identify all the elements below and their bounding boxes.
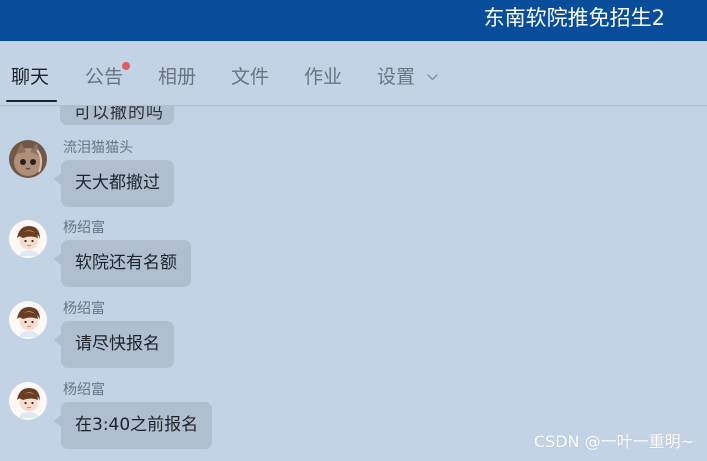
cartoon-person-avatar-icon[interactable] [9,301,47,339]
tab-chat[interactable]: 聊天 [11,65,49,89]
message-bubble[interactable]: 天大都撤过 [54,160,174,207]
message-list[interactable]: 可以撤的吗 流泪猫猫头 天大都撤过 杨绍富 软院还有名额 杨绍富 请尽快报名 杨… [0,106,707,461]
title-bar: 东南软院推免招生2 [0,0,707,41]
message-item: 流泪猫猫头 天大都撤过 [0,138,707,218]
tab-files[interactable]: 文件 [231,65,269,89]
sender-name: 杨绍富 [63,301,105,317]
group-chat-window: 东南软院推免招生2 聊天 公告 相册 文件 作业 设置 可以撤的吗 流泪猫猫头 … [0,0,707,461]
sender-name: 流泪猫猫头 [63,140,133,156]
tab-homework-label: 作业 [304,66,343,88]
cat-photo-avatar-icon[interactable] [9,140,47,178]
message-bubble[interactable]: 请尽快报名 [54,321,174,368]
cartoon-person-avatar-icon[interactable] [9,382,47,420]
active-tab-indicator [6,100,57,102]
message-bubble[interactable]: 在3:40之前报名 [53,402,213,449]
message-item: 杨绍富 软院还有名额 [0,218,707,298]
tab-announcements[interactable]: 公告 [85,62,131,89]
tab-settings-label: 设置 [377,66,416,88]
partial-message-text: 可以撤的吗 [74,106,164,123]
message-bubble[interactable]: 软院还有名额 [54,240,191,287]
tab-homework[interactable]: 作业 [304,65,342,89]
tab-album[interactable]: 相册 [158,65,196,89]
window-title: 东南软院推免招生2 [483,6,665,30]
tab-album-label: 相册 [158,66,197,88]
message-item: 杨绍富 请尽快报名 [0,299,707,379]
tab-settings[interactable]: 设置 [377,65,438,89]
tab-chat-label: 聊天 [11,66,50,88]
chevron-down-icon [427,74,438,81]
partial-message-bubble: 可以撤的吗 [60,106,174,125]
unread-badge [122,62,131,70]
cartoon-person-avatar-icon[interactable] [9,220,47,258]
sender-name: 杨绍富 [63,220,105,236]
tab-files-label: 文件 [231,66,270,88]
csdn-watermark: CSDN @一叶一重明~ [533,432,694,451]
tab-bar: 聊天 公告 相册 文件 作业 设置 [0,41,707,106]
tab-announcements-label: 公告 [85,66,124,88]
sender-name: 杨绍富 [63,382,105,398]
